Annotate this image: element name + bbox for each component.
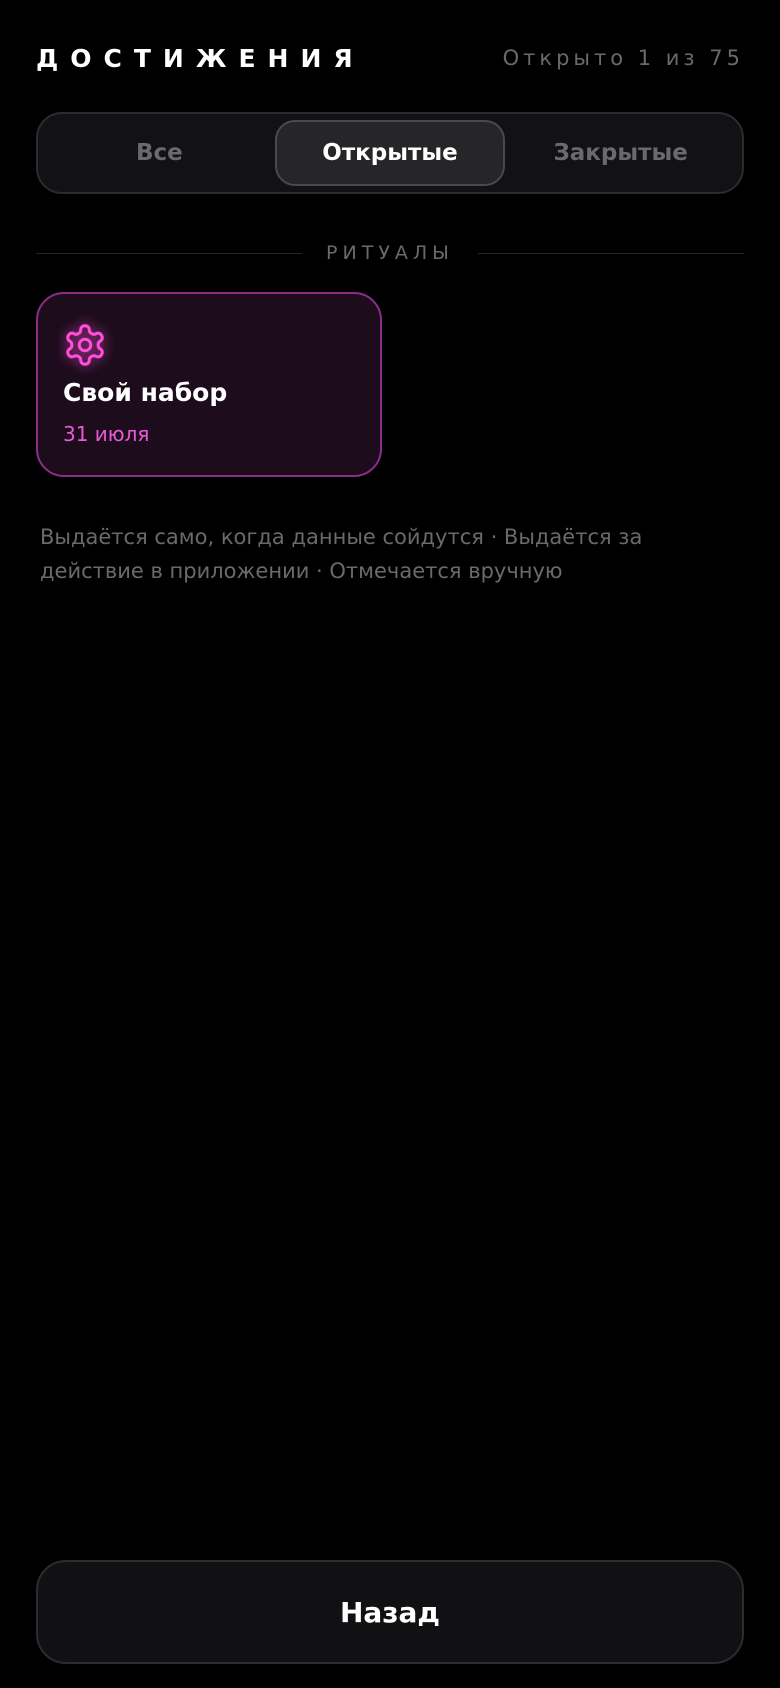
back-button[interactable]: Назад	[36, 1560, 744, 1664]
achievement-title: Свой набор	[63, 378, 228, 407]
achievement-date: 31 июля	[63, 422, 150, 446]
divider-line-left	[36, 252, 303, 254]
tab-all[interactable]: Все	[44, 120, 275, 186]
section-label: РИТУАЛЫ	[326, 242, 454, 264]
achievement-card[interactable]: Свой набор 31 июля	[36, 292, 382, 477]
unlocked-counter: Открыто 1 из 75	[502, 46, 744, 70]
tab-locked[interactable]: Закрытые	[505, 120, 736, 186]
header: ДОСТИЖЕНИЯ Открыто 1 из 75	[36, 38, 744, 78]
achievements-screen: ДОСТИЖЕНИЯ Открыто 1 из 75 Все Открытые …	[0, 0, 780, 1688]
tab-unlocked[interactable]: Открытые	[274, 120, 506, 186]
section-header-rituals: РИТУАЛЫ	[36, 238, 744, 268]
divider-line-right	[477, 252, 744, 254]
page-title: ДОСТИЖЕНИЯ	[36, 43, 365, 73]
legend-footnote: Выдаётся само, когда данные сойдутся · В…	[40, 525, 643, 583]
gear-icon	[66, 324, 104, 366]
filter-tabs: Все Открытые Закрытые	[36, 112, 744, 194]
